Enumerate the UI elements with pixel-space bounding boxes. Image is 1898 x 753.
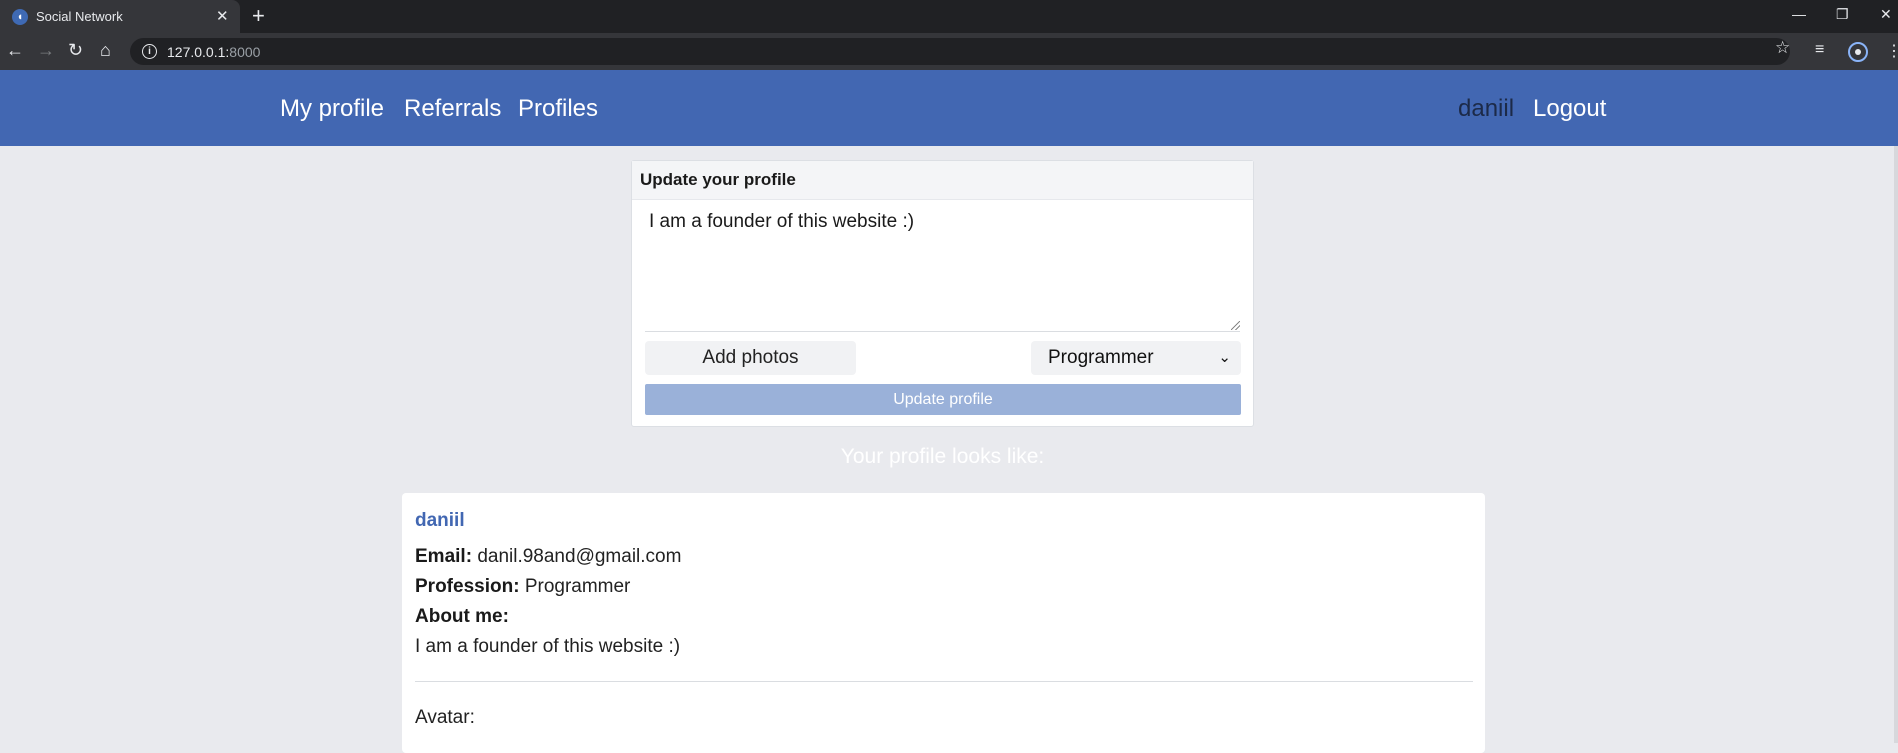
forward-icon[interactable]: → [37, 40, 55, 61]
nav-referrals[interactable]: Referrals [404, 95, 501, 123]
nav-logout[interactable]: Logout [1533, 95, 1606, 123]
email-label: Email: [415, 546, 473, 567]
browser-menu-icon[interactable]: ⋮ [1886, 41, 1898, 61]
profession-label: Profession: [415, 576, 520, 597]
add-photos-button[interactable]: Add photos [645, 341, 856, 375]
profile-preview-card: daniil Email: danil.98and@gmail.com Prof… [402, 493, 1485, 753]
scrollbar-thumb[interactable] [1894, 70, 1898, 146]
preview-heading: Your profile looks like: [840, 445, 1045, 468]
site-favicon-icon: ◖ [12, 9, 28, 25]
nav-username[interactable]: daniil [1458, 95, 1514, 123]
bookmark-star-icon[interactable]: ☆ [1775, 38, 1790, 58]
home-icon[interactable]: ⌂ [100, 40, 111, 61]
about-label: About me: [415, 606, 509, 627]
update-profile-button[interactable]: Update profile [645, 384, 1241, 415]
url-port: 8000 [229, 44, 261, 60]
site-info-icon[interactable]: i [142, 44, 157, 59]
update-profile-card: Update your profile I am a founder of th… [631, 160, 1254, 427]
profession-select[interactable]: Programmer ⌄ [1031, 341, 1241, 375]
browser-toolbar: ← → ↻ ⌂ i 127.0.0.1:8000 ☆ ≡ ⋮ [0, 33, 1898, 70]
tab-title: Social Network [36, 9, 123, 24]
browser-tabstrip: ◖ Social Network ✕ + — ❐ ✕ [0, 0, 1898, 33]
profession-value: Programmer [524, 576, 631, 597]
address-bar[interactable]: i 127.0.0.1:8000 [130, 38, 1790, 65]
page-scrollbar[interactable] [1894, 70, 1898, 743]
email-value: danil.98and@gmail.com [477, 546, 682, 567]
browser-profile-icon[interactable] [1848, 42, 1868, 62]
email-row: Email: danil.98and@gmail.com [415, 546, 681, 568]
window-minimize-button[interactable]: — [1792, 6, 1806, 22]
avatar-label: Avatar: [415, 707, 475, 728]
url-text: 127.0.0.1:8000 [167, 44, 260, 60]
tab-close-icon[interactable]: ✕ [216, 7, 229, 25]
url-host: 127.0.0.1: [167, 44, 230, 60]
chevron-down-icon: ⌄ [1218, 349, 1231, 366]
textarea-resize-handle[interactable] [1231, 321, 1240, 330]
media-queue-icon[interactable]: ≡ [1815, 41, 1824, 59]
nav-profiles[interactable]: Profiles [518, 95, 598, 123]
profile-name[interactable]: daniil [415, 510, 465, 532]
window-restore-button[interactable]: ❐ [1836, 6, 1849, 23]
browser-tab[interactable]: ◖ Social Network ✕ [0, 0, 240, 33]
back-icon[interactable]: ← [6, 40, 24, 61]
reload-icon[interactable]: ↻ [68, 40, 83, 61]
nav-my-profile[interactable]: My profile [280, 95, 384, 123]
about-value: I am a founder of this website :) [415, 636, 681, 657]
about-label-row: About me: [415, 606, 509, 628]
about-textarea[interactable]: I am a founder of this website :) [645, 203, 1240, 332]
site-navbar: My profile Referrals Profiles daniil Log… [0, 70, 1898, 146]
update-profile-title: Update your profile [632, 161, 1253, 200]
profession-selected-value: Programmer [1048, 347, 1154, 368]
new-tab-button[interactable]: + [252, 5, 265, 27]
window-close-button[interactable]: ✕ [1880, 6, 1892, 23]
profession-row: Profession: Programmer [415, 576, 630, 598]
divider [415, 681, 1473, 682]
